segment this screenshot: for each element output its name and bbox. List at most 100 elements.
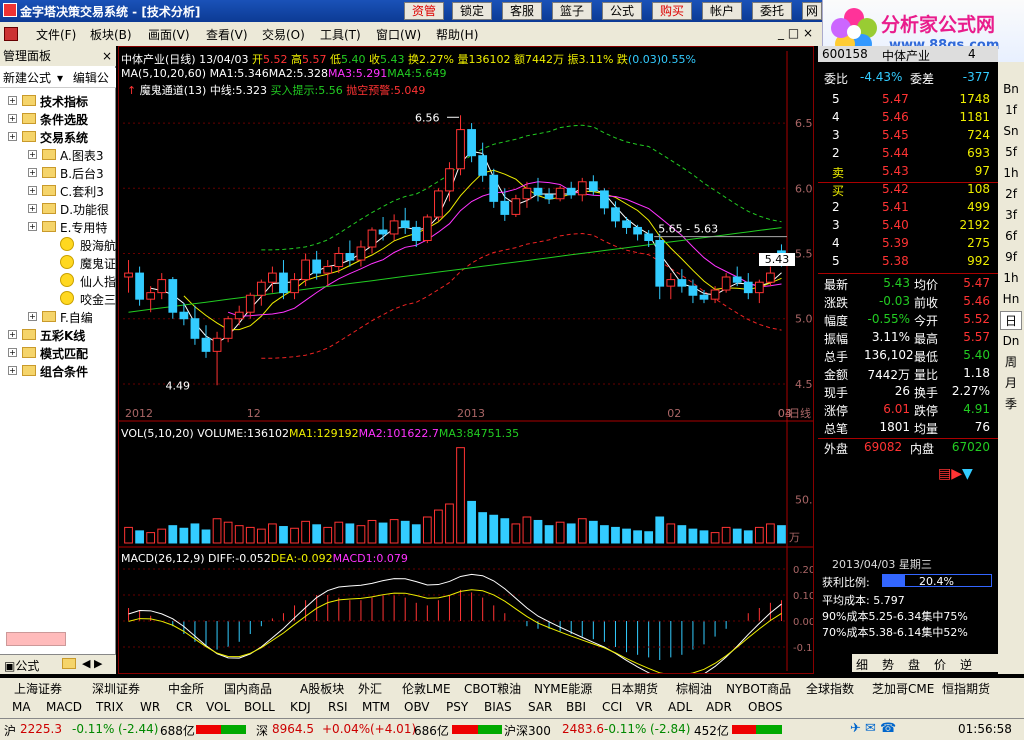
period-tab-14[interactable]: 月	[1000, 374, 1022, 393]
indicator-tab-7[interactable]: KDJ	[290, 700, 311, 714]
top-button-4[interactable]: 公式	[602, 2, 642, 20]
period-tab-7[interactable]: 6f	[1000, 227, 1022, 246]
period-tab-15[interactable]: 季	[1000, 395, 1022, 414]
quote-tab-1[interactable]: 势	[882, 656, 894, 673]
market-tab-14[interactable]: 恒指期货	[942, 680, 990, 697]
tree-item[interactable]: B.后台3	[60, 165, 104, 182]
period-tab-8[interactable]: 9f	[1000, 248, 1022, 267]
tree-item[interactable]: 股海航	[80, 237, 116, 254]
expand-icon[interactable]: +	[28, 168, 37, 177]
top-button-0[interactable]: 资管	[404, 2, 444, 20]
period-tab-12[interactable]: Dn	[1000, 332, 1022, 351]
top-button-2[interactable]: 客服	[502, 2, 542, 20]
period-tab-2[interactable]: Sn	[1000, 122, 1022, 141]
top-button-7[interactable]: 委托	[752, 2, 792, 20]
tree-item[interactable]: 组合条件	[40, 363, 88, 380]
indicator-tab-6[interactable]: BOLL	[244, 700, 275, 714]
expand-icon[interactable]: +	[8, 114, 17, 123]
period-tab-11[interactable]: 日	[1000, 311, 1022, 330]
quote-tab-3[interactable]: 价	[934, 656, 946, 673]
expand-icon[interactable]: +	[28, 222, 37, 231]
market-tab-0[interactable]: 上海证券	[14, 680, 62, 697]
top-button-5[interactable]: 购买	[652, 2, 692, 20]
market-tab-3[interactable]: 国内商品	[224, 680, 272, 697]
market-tab-11[interactable]: NYBOT商品	[726, 680, 791, 697]
market-tab-8[interactable]: NYME能源	[534, 680, 592, 697]
folder-tab-icon[interactable]	[62, 658, 76, 669]
tree-item[interactable]: 条件选股	[40, 111, 88, 128]
buy-row[interactable]: 5 5.38 992	[824, 254, 1000, 272]
period-tab-10[interactable]: Hn	[1000, 290, 1022, 309]
indicator-tab-0[interactable]: MA	[12, 700, 31, 714]
indicator-tab-18[interactable]: ADR	[706, 700, 732, 714]
indicator-tab-12[interactable]: BIAS	[484, 700, 512, 714]
edit-formula-button[interactable]: 编辑公	[73, 71, 109, 85]
new-formula-button[interactable]: 新建公式	[3, 71, 51, 85]
indicator-tab-2[interactable]: TRIX	[96, 700, 123, 714]
formula-tab[interactable]: ▣公式	[4, 657, 39, 674]
window-controls[interactable]: _ □ ×	[778, 26, 813, 40]
network-icons[interactable]: ✈ ✉ ☎	[850, 721, 896, 736]
chart-toggle-icons[interactable]: ▤▶▼	[938, 466, 973, 482]
market-tab-1[interactable]: 深圳证券	[92, 680, 140, 697]
indicator-tab-3[interactable]: WR	[140, 700, 160, 714]
expand-icon[interactable]: +	[8, 330, 17, 339]
menu-item-7[interactable]: 帮助(H)	[436, 26, 478, 43]
indicator-tab-13[interactable]: SAR	[528, 700, 552, 714]
sell-row[interactable]: 5 5.47 1748	[824, 92, 1000, 110]
buy-row[interactable]: 2 5.41 499	[824, 200, 1000, 218]
indicator-tab-9[interactable]: MTM	[362, 700, 390, 714]
tree-item[interactable]: E.专用特	[60, 219, 107, 236]
indicator-tab-10[interactable]: OBV	[404, 700, 430, 714]
tree-item[interactable]: 五彩K线	[40, 327, 85, 344]
menu-item-0[interactable]: 文件(F)	[36, 26, 76, 43]
sell-row[interactable]: 卖 5.43 97	[824, 164, 1000, 182]
tree-item[interactable]: 技术指标	[40, 93, 88, 110]
expand-icon[interactable]: +	[8, 132, 17, 141]
expand-icon[interactable]: +	[28, 186, 37, 195]
top-button-1[interactable]: 锁定	[452, 2, 492, 20]
indicator-tab-8[interactable]: RSI	[328, 700, 348, 714]
market-tab-7[interactable]: CBOT粮油	[464, 680, 521, 697]
menu-item-2[interactable]: 画面(V)	[148, 26, 190, 43]
tree-item[interactable]: 交易系统	[40, 129, 88, 146]
expand-icon[interactable]: +	[8, 96, 17, 105]
indicator-tab-5[interactable]: VOL	[206, 700, 230, 714]
period-tab-4[interactable]: 1h	[1000, 164, 1022, 183]
tree-item[interactable]: A.图表3	[60, 147, 103, 164]
menu-item-4[interactable]: 交易(O)	[262, 26, 305, 43]
chart-area[interactable]: 中体产业(日线) 13/04/03 开5.52 高5.57 低5.40 收5.4…	[118, 46, 814, 674]
market-tab-12[interactable]: 全球指数	[806, 680, 854, 697]
expand-icon[interactable]: +	[28, 312, 37, 321]
indicator-tab-17[interactable]: ADL	[668, 700, 692, 714]
market-tab-9[interactable]: 日本期货	[610, 680, 658, 697]
market-tab-2[interactable]: 中金所	[168, 680, 204, 697]
period-tab-1[interactable]: 1f	[1000, 101, 1022, 120]
tree-item[interactable]: 魔鬼证	[80, 255, 116, 272]
quote-tab-0[interactable]: 细	[856, 656, 868, 673]
market-tab-5[interactable]: 外汇	[358, 680, 382, 697]
menu-item-3[interactable]: 查看(V)	[206, 26, 248, 43]
tree-item[interactable]: 仙人指	[80, 273, 116, 290]
top-button-8[interactable]: 网	[802, 2, 822, 20]
period-tab-0[interactable]: Bn	[1000, 80, 1022, 99]
indicator-tab-16[interactable]: VR	[636, 700, 653, 714]
market-tab-10[interactable]: 棕榈油	[676, 680, 712, 697]
buy-row[interactable]: 4 5.39 275	[824, 236, 1000, 254]
tree-item[interactable]: 模式匹配	[40, 345, 88, 362]
period-tab-3[interactable]: 5f	[1000, 143, 1022, 162]
tree-item[interactable]: C.套利3	[60, 183, 104, 200]
sell-row[interactable]: 3 5.45 724	[824, 128, 1000, 146]
buy-row[interactable]: 买 5.42 108	[824, 182, 1000, 200]
indicator-tab-1[interactable]: MACD	[46, 700, 82, 714]
menu-item-1[interactable]: 板块(B)	[90, 26, 132, 43]
expand-icon[interactable]: +	[28, 150, 37, 159]
tree-item[interactable]: D.功能很	[60, 201, 109, 218]
tree-item[interactable]: 咬金三	[80, 291, 116, 308]
market-tab-6[interactable]: 伦敦LME	[402, 680, 451, 697]
buy-row[interactable]: 3 5.40 2192	[824, 218, 1000, 236]
menu-item-6[interactable]: 窗口(W)	[376, 26, 421, 43]
period-tab-5[interactable]: 2f	[1000, 185, 1022, 204]
tab-scroll-arrows[interactable]: ◀ ▶	[82, 657, 102, 670]
indicator-tab-14[interactable]: BBI	[566, 700, 586, 714]
